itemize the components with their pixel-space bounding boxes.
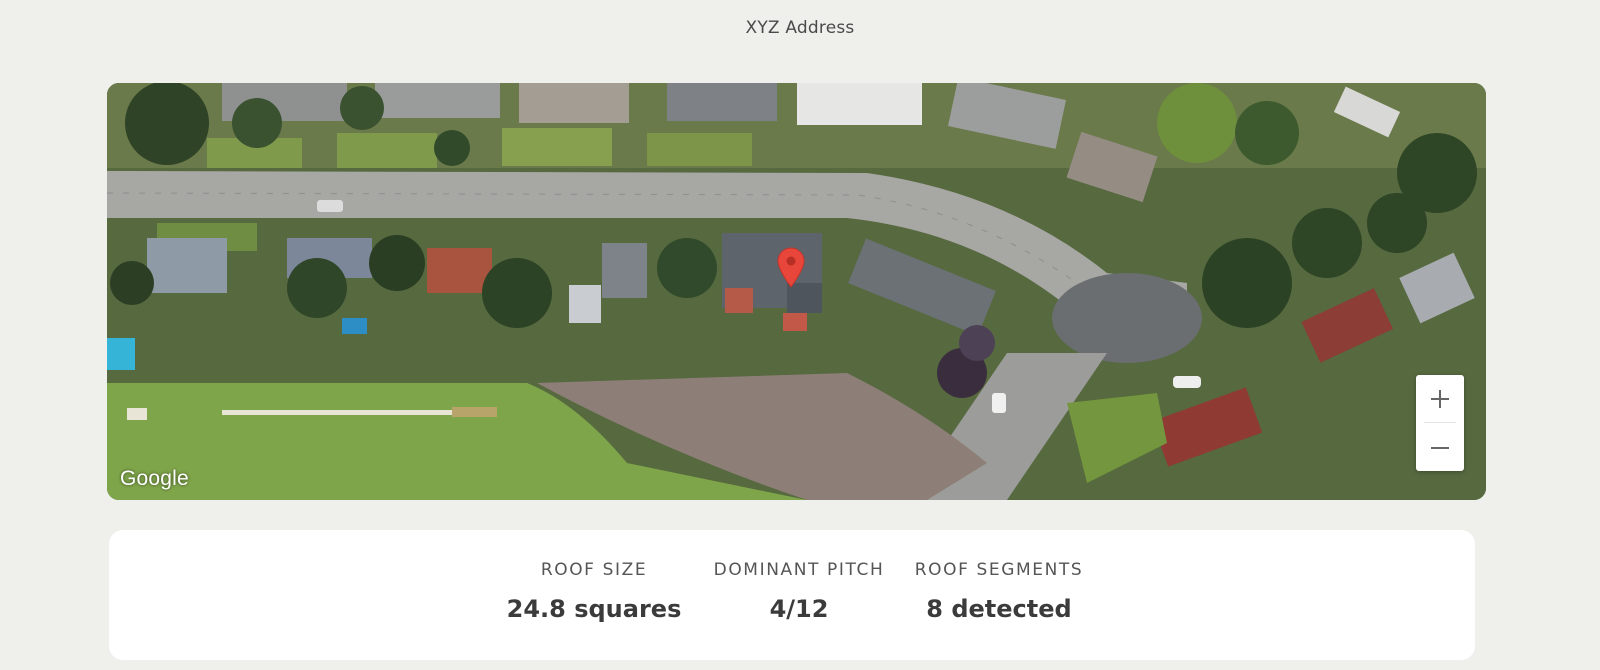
google-attribution: Google [120, 467, 189, 490]
minus-icon [1431, 446, 1449, 449]
stat-value: 8 detected [926, 595, 1072, 623]
satellite-map[interactable]: Google [107, 83, 1486, 500]
aerial-imagery[interactable] [107, 83, 1486, 500]
map-pin-icon[interactable] [776, 246, 806, 288]
stat-value: 24.8 squares [506, 595, 682, 623]
zoom-out-button[interactable] [1416, 424, 1464, 471]
roof-stats-card: ROOF SIZE 24.8 squares DOMINANT PITCH 4/… [109, 530, 1475, 660]
stat-label: ROOF SIZE [540, 560, 648, 580]
zoom-divider [1424, 422, 1456, 423]
zoom-control [1416, 375, 1464, 471]
zoom-in-button[interactable] [1416, 375, 1464, 422]
stat-value: 4/12 [769, 595, 829, 623]
stat-label: ROOF SEGMENTS [914, 560, 1084, 580]
plus-icon [1431, 389, 1449, 408]
stat-label: DOMINANT PITCH [713, 560, 885, 580]
address-title: XYZ Address [745, 18, 855, 38]
